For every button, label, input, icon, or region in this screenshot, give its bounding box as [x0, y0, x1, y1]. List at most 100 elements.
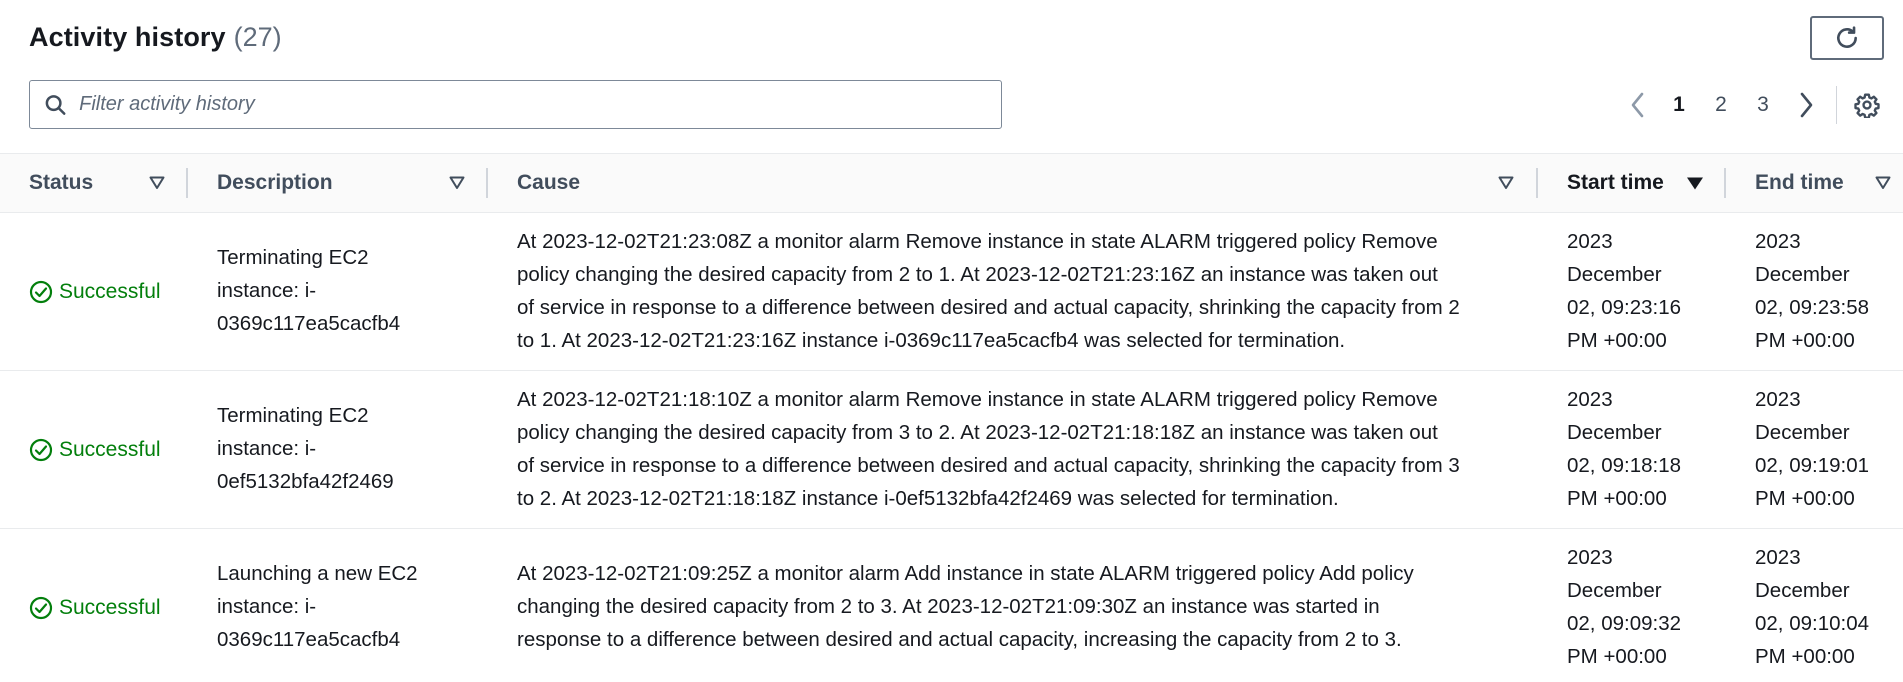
start-time-line: December [1567, 579, 1662, 602]
table-row: Successful Launching a new EC2 instance:… [0, 529, 1903, 682]
status-text: Successful [59, 280, 161, 303]
end-time-line: PM +00:00 [1755, 329, 1855, 352]
description-cell: Terminating EC2 instance: i- 0369c117ea5… [217, 241, 400, 340]
description-cell: Terminating EC2 instance: i- 0ef5132bfa4… [217, 399, 394, 498]
cause-line: of service in response to a difference b… [517, 454, 1460, 477]
chevron-right-icon [1800, 92, 1813, 118]
column-resizer[interactable] [486, 168, 488, 198]
status-text: Successful [59, 596, 161, 619]
sort-icon [1498, 176, 1514, 189]
page-title: Activity history [29, 21, 226, 52]
end-time-line: 2023 [1755, 388, 1801, 411]
cause-line: response to a difference between desired… [517, 628, 1402, 651]
end-time-line: 2023 [1755, 546, 1801, 569]
sort-icon [1875, 176, 1891, 189]
start-time-line: 2023 [1567, 388, 1613, 411]
column-resizer[interactable] [1724, 168, 1726, 198]
table-header: Status Description Cause Start time End … [0, 153, 1903, 213]
cause-line: At 2023-12-02T21:18:10Z a monitor alarm … [517, 388, 1438, 411]
cause-line: to 2. At 2023-12-02T21:18:18Z instance i… [517, 487, 1339, 510]
cause-line: policy changing the desired capacity fro… [517, 263, 1438, 286]
table-row: Successful Terminating EC2 instance: i- … [0, 213, 1903, 371]
success-check-icon [29, 280, 53, 303]
success-check-icon [29, 596, 53, 619]
gear-icon [1854, 93, 1880, 118]
filter-input[interactable] [79, 81, 1001, 128]
cause-cell: At 2023-12-02T21:09:25Z a monitor alarm … [517, 557, 1414, 656]
description-cell: Launching a new EC2 instance: i- 0369c11… [217, 557, 418, 656]
sort-cause-button[interactable] [1498, 154, 1514, 212]
start-time-line: PM +00:00 [1567, 645, 1667, 668]
filter-field[interactable] [29, 80, 1002, 129]
start-time-line: PM +00:00 [1567, 329, 1667, 352]
end-time-cell: 2023 December 02, 09:10:04 PM +00:00 [1755, 541, 1869, 673]
start-time-line: 2023 [1567, 230, 1613, 253]
start-time-cell: 2023 December 02, 09:09:32 PM +00:00 [1567, 541, 1681, 673]
cause-line: to 1. At 2023-12-02T21:23:16Z instance i… [517, 329, 1346, 352]
table-row: Successful Terminating EC2 instance: i- … [0, 371, 1903, 529]
start-time-line: 2023 [1567, 546, 1613, 569]
pager-divider [1836, 86, 1837, 124]
column-header-cause[interactable]: Cause [517, 154, 580, 212]
description-line: Launching a new EC2 [217, 562, 418, 585]
start-time-line: 02, 09:23:16 [1567, 296, 1681, 319]
refresh-icon [1837, 26, 1857, 48]
column-header-status[interactable]: Status [29, 154, 93, 212]
end-time-line: 02, 09:23:58 [1755, 296, 1869, 319]
cause-line: of service in response to a difference b… [517, 296, 1460, 319]
next-page-button[interactable] [1794, 88, 1818, 122]
chevron-left-icon [1631, 92, 1644, 118]
cause-line: At 2023-12-02T21:23:08Z a monitor alarm … [517, 230, 1438, 253]
description-line: 0ef5132bfa42f2469 [217, 470, 394, 493]
cause-line: changing the desired capacity from 2 to … [517, 595, 1380, 618]
end-time-line: 02, 09:10:04 [1755, 612, 1869, 635]
end-time-cell: 2023 December 02, 09:19:01 PM +00:00 [1755, 383, 1869, 515]
cause-line: policy changing the desired capacity fro… [517, 421, 1438, 444]
sort-end-time-button[interactable] [1875, 154, 1891, 212]
previous-page-button[interactable] [1626, 88, 1650, 122]
cause-cell: At 2023-12-02T21:23:08Z a monitor alarm … [517, 225, 1460, 357]
page-1-button[interactable]: 1 [1668, 88, 1690, 122]
description-line: instance: i- [217, 437, 317, 460]
start-time-line: PM +00:00 [1567, 487, 1667, 510]
end-time-line: 02, 09:19:01 [1755, 454, 1869, 477]
sort-icon [449, 176, 465, 189]
description-line: instance: i- [217, 595, 317, 618]
cause-cell: At 2023-12-02T21:18:10Z a monitor alarm … [517, 383, 1460, 515]
column-header-description[interactable]: Description [217, 154, 333, 212]
sort-status-button[interactable] [149, 154, 165, 212]
success-check-icon [29, 438, 53, 461]
column-resizer[interactable] [186, 168, 188, 198]
page-3-button[interactable]: 3 [1752, 88, 1774, 122]
start-time-line: 02, 09:18:18 [1567, 454, 1681, 477]
start-time-cell: 2023 December 02, 09:23:16 PM +00:00 [1567, 225, 1681, 357]
preferences-button[interactable] [1850, 88, 1884, 122]
description-line: 0369c117ea5cacfb4 [217, 628, 401, 651]
start-time-line: 02, 09:09:32 [1567, 612, 1681, 635]
start-time-line: December [1567, 421, 1662, 444]
page-2-button[interactable]: 2 [1710, 88, 1732, 122]
search-icon [45, 94, 66, 115]
description-line: 0369c117ea5cacfb4 [217, 312, 401, 335]
sort-description-button[interactable] [449, 154, 465, 212]
status-badge: Successful [29, 433, 161, 466]
description-line: Terminating EC2 [217, 404, 369, 427]
column-header-end-time[interactable]: End time [1755, 154, 1844, 212]
cause-line: At 2023-12-02T21:09:25Z a monitor alarm … [517, 562, 1414, 585]
page-header: Activity history (27) [29, 20, 282, 54]
column-resizer[interactable] [1536, 168, 1538, 198]
activity-count: (27) [233, 21, 282, 52]
end-time-line: December [1755, 421, 1850, 444]
description-line: instance: i- [217, 279, 317, 302]
end-time-line: December [1755, 579, 1850, 602]
status-badge: Successful [29, 275, 161, 308]
sort-start-time-button[interactable] [1686, 154, 1704, 212]
refresh-button[interactable] [1810, 16, 1884, 60]
end-time-cell: 2023 December 02, 09:23:58 PM +00:00 [1755, 225, 1869, 357]
column-header-start-time[interactable]: Start time [1567, 154, 1664, 212]
sort-descending-icon [1687, 177, 1703, 189]
sort-icon [149, 176, 165, 189]
status-badge: Successful [29, 591, 161, 624]
start-time-cell: 2023 December 02, 09:18:18 PM +00:00 [1567, 383, 1681, 515]
end-time-line: 2023 [1755, 230, 1801, 253]
